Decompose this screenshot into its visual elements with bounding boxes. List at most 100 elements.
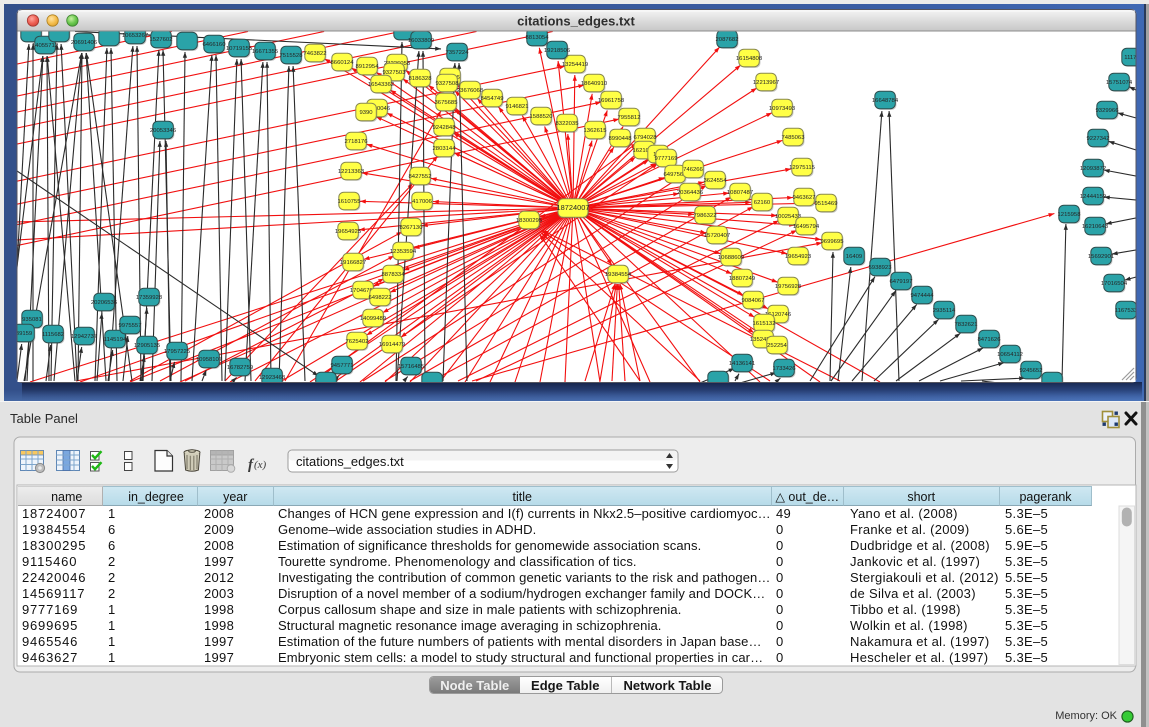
svg-text:8267130: 8267130	[400, 225, 424, 231]
svg-text:9463627: 9463627	[793, 195, 816, 201]
svg-text:15692901: 15692901	[1088, 254, 1114, 260]
svg-text:5938923: 5938923	[869, 265, 893, 271]
svg-text:10688609: 10688609	[718, 255, 744, 261]
svg-text:16671355: 16671355	[252, 49, 279, 55]
svg-text:9975557: 9975557	[119, 323, 142, 329]
svg-text:citations_edges.txt: citations_edges.txt	[517, 14, 635, 29]
svg-text:15716485: 15716485	[398, 364, 425, 370]
svg-text:6794028: 6794028	[634, 135, 658, 141]
svg-text:2935114: 2935114	[933, 308, 956, 314]
svg-text:19166827: 19166827	[340, 260, 366, 266]
svg-text:23676068: 23676068	[457, 88, 484, 94]
svg-text:417006: 417006	[412, 199, 432, 205]
svg-text:18640910: 18640910	[581, 81, 608, 87]
svg-text:1610755: 1610755	[338, 199, 362, 205]
svg-text:3624554: 3624554	[704, 178, 728, 184]
svg-text:17957225: 17957225	[164, 349, 191, 355]
svg-text:9515469: 9515469	[815, 201, 838, 207]
svg-text:20206536: 20206536	[91, 300, 118, 306]
svg-text:12905135: 12905135	[134, 343, 161, 349]
svg-text:12942737: 12942737	[71, 334, 97, 340]
svg-text:9474444: 9474444	[911, 293, 935, 299]
svg-text:16210643: 16210643	[1082, 224, 1109, 230]
svg-text:7485063: 7485063	[782, 135, 806, 141]
svg-text:1362615: 1362615	[584, 128, 608, 134]
svg-text:16961758: 16961758	[598, 98, 625, 104]
svg-text:39159: 39159	[16, 331, 32, 337]
svg-text:7463822: 7463822	[304, 51, 327, 57]
svg-text:9329966: 9329966	[1096, 108, 1120, 114]
svg-text:(x): (x)	[254, 459, 267, 471]
svg-text:15751074: 15751074	[1106, 80, 1133, 86]
svg-text:6479197: 6479197	[890, 279, 913, 285]
svg-text:8912954: 8912954	[356, 64, 380, 70]
svg-text:13254419: 13254419	[562, 62, 588, 68]
svg-text:8454749: 8454749	[481, 96, 504, 102]
svg-text:9457771: 9457771	[331, 363, 354, 369]
svg-text:8990448: 8990448	[609, 136, 633, 142]
svg-text:1145194: 1145194	[104, 337, 127, 343]
svg-text:1527602: 1527602	[150, 37, 173, 43]
svg-text:8813054: 8813054	[526, 35, 550, 41]
svg-text:9777169: 9777169	[655, 156, 678, 162]
svg-text:10958107: 10958107	[196, 357, 222, 363]
svg-text:8322035: 8322035	[556, 121, 580, 127]
svg-text:12923468: 12923468	[259, 375, 286, 381]
svg-text:20691406: 20691406	[71, 40, 98, 46]
svg-text:9327508: 9327508	[436, 81, 460, 87]
svg-text:6498222: 6498222	[369, 295, 392, 301]
svg-text:8471626: 8471626	[978, 337, 1002, 343]
svg-text:citations_edges.txt: citations_edges.txt	[296, 454, 404, 469]
svg-text:19756928: 19756928	[775, 284, 802, 290]
svg-text:19654923: 19654923	[785, 254, 812, 260]
svg-text:9146821: 9146821	[506, 104, 529, 110]
svg-text:12213363: 12213363	[338, 169, 365, 175]
svg-text:12975115: 12975115	[789, 165, 815, 171]
svg-text:12444159: 12444159	[1080, 194, 1106, 200]
svg-text:12353594: 12353594	[390, 249, 417, 255]
svg-text:62160: 62160	[754, 200, 771, 206]
svg-text:17359928: 17359928	[136, 295, 163, 301]
svg-text:746266: 746266	[683, 167, 703, 173]
svg-text:7986322: 7986322	[694, 213, 717, 219]
svg-text:1167533: 1167533	[1115, 308, 1138, 314]
svg-text:7515528: 7515528	[280, 53, 304, 59]
svg-text:16648784: 16648784	[872, 98, 899, 104]
svg-text:16782759: 16782759	[227, 365, 253, 371]
svg-text:2718176: 2718176	[345, 139, 369, 145]
svg-text:1115682: 1115682	[42, 332, 64, 338]
svg-text:16033809: 16033809	[408, 38, 434, 44]
svg-text:14136141: 14136141	[729, 361, 755, 367]
svg-text:8427552: 8427552	[409, 174, 432, 180]
svg-text:17016504: 17016504	[1101, 281, 1128, 287]
svg-text:18300295: 18300295	[516, 218, 543, 224]
svg-text:20364436: 20364436	[677, 190, 704, 196]
svg-text:20053346: 20053346	[150, 128, 177, 134]
svg-text:10719155: 10719155	[226, 46, 253, 52]
svg-text:10653267: 10653267	[122, 33, 148, 39]
svg-text:2087682: 2087682	[716, 37, 739, 43]
svg-text:12093872: 12093872	[1080, 166, 1106, 172]
svg-text:252254: 252254	[767, 343, 787, 349]
svg-text:9227342: 9227342	[1087, 136, 1110, 142]
svg-text:1615132: 1615132	[753, 321, 776, 327]
svg-text:7357224: 7357224	[446, 50, 470, 56]
svg-text:9245652: 9245652	[1020, 368, 1043, 374]
svg-text:15720407: 15720407	[704, 233, 730, 239]
svg-text:16154808: 16154808	[736, 56, 763, 62]
svg-text:16543362: 16543362	[368, 82, 394, 88]
svg-text:14099489: 14099489	[360, 316, 386, 322]
svg-text:9699695: 9699695	[821, 239, 845, 245]
svg-text:935081: 935081	[22, 317, 42, 323]
svg-text:16409: 16409	[846, 254, 862, 260]
svg-text:18724007: 18724007	[557, 203, 590, 212]
svg-text:2803144: 2803144	[433, 146, 457, 152]
svg-text:19654925: 19654925	[335, 229, 362, 235]
svg-text:7625402: 7625402	[346, 339, 369, 345]
svg-text:19218506: 19218506	[544, 48, 571, 54]
svg-text:10973493: 10973493	[769, 106, 796, 112]
svg-text:1588520: 1588520	[530, 114, 554, 120]
svg-text:8186328: 8186328	[409, 76, 433, 82]
svg-text:3675685: 3675685	[435, 100, 459, 106]
svg-text:6466160: 6466160	[203, 42, 227, 48]
